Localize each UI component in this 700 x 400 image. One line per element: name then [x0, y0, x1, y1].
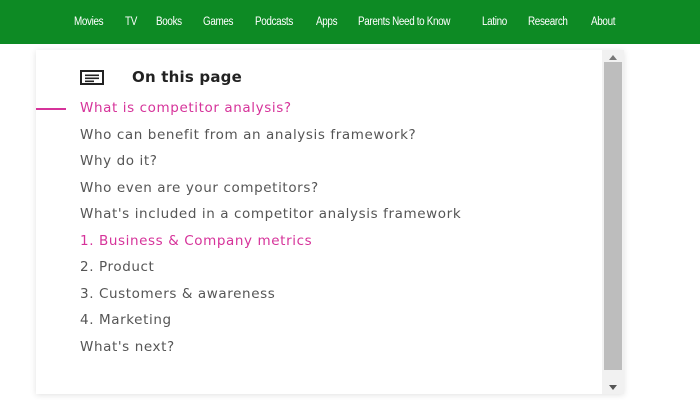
toc-item-whats-included[interactable]: What's included in a competitor analysis… [80, 207, 540, 221]
scroll-up-arrow-icon[interactable] [602, 52, 624, 62]
toc-title: On this page [132, 68, 242, 86]
scrollbar[interactable] [602, 50, 624, 394]
toc-item-whats-next[interactable]: What's next? [80, 340, 540, 354]
toc-item-competitor-analysis[interactable]: What is competitor analysis? [80, 101, 540, 115]
scroll-down-arrow-icon[interactable] [602, 382, 624, 392]
nav-item-research[interactable]: Research [528, 16, 568, 28]
nav-item-tv[interactable]: TV [125, 16, 137, 28]
nav-item-movies[interactable]: Movies [74, 16, 104, 28]
toc-item-product[interactable]: 2. Product [80, 260, 540, 274]
nav-item-latino[interactable]: Latino [482, 16, 507, 28]
toc-item-customers-awareness[interactable]: 3. Customers & awareness [80, 287, 540, 301]
active-item-marker [36, 108, 66, 110]
toc-item-marketing[interactable]: 4. Marketing [80, 313, 540, 327]
nav-item-games[interactable]: Games [203, 16, 234, 28]
nav-item-parents-need-to-know[interactable]: Parents Need to Know [358, 16, 450, 28]
toc-item-who-can-benefit[interactable]: Who can benefit from an analysis framewo… [80, 128, 540, 142]
top-navigation: Movies TV Books Games Podcasts Apps Pare… [0, 0, 700, 44]
nav-item-apps[interactable]: Apps [316, 16, 338, 28]
toc-item-who-are-competitors[interactable]: Who even are your competitors? [80, 181, 540, 195]
toc-item-why-do-it[interactable]: Why do it? [80, 154, 540, 168]
list-icon [80, 69, 104, 85]
nav-item-about[interactable]: About [591, 16, 615, 28]
toc-list: What is competitor analysis? Who can ben… [80, 101, 540, 367]
toc-header: On this page [80, 68, 242, 86]
nav-item-podcasts[interactable]: Podcasts [255, 16, 293, 28]
toc-item-business-metrics[interactable]: 1. Business & Company metrics [80, 234, 540, 248]
scrollbar-thumb[interactable] [604, 62, 622, 370]
toc-panel: On this page What is competitor analysis… [36, 50, 624, 394]
nav-item-books[interactable]: Books [156, 16, 182, 28]
